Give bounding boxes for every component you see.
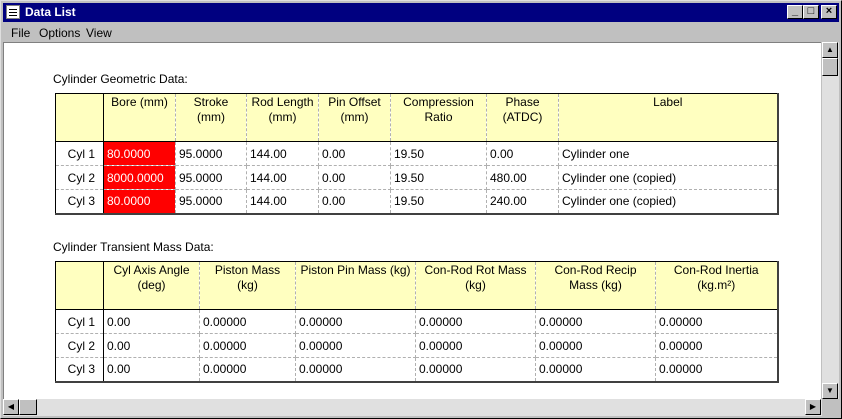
table-cell[interactable]: 95.0000: [175, 189, 247, 214]
vertical-scroll-thumb[interactable]: [822, 58, 838, 76]
column-header[interactable]: Label: [558, 93, 778, 142]
mass-data-title: Cylinder Transient Mass Data:: [53, 240, 214, 254]
table-cell[interactable]: 0.00: [318, 165, 391, 190]
table-cell[interactable]: 0.00000: [655, 333, 778, 358]
table-cell[interactable]: 144.00: [246, 141, 319, 166]
vertical-scrollbar[interactable]: ▲ ▼: [822, 42, 839, 399]
table-cell[interactable]: 0.00: [318, 141, 391, 166]
table-cell[interactable]: 95.0000: [175, 165, 247, 190]
table-row: Cyl 1 0.00 0.00000 0.00000 0.00000 0.000…: [55, 309, 778, 334]
column-header[interactable]: Pin Offset (mm): [318, 93, 391, 142]
table-cell[interactable]: 0.00000: [535, 333, 656, 358]
horizontal-scroll-thumb[interactable]: [19, 399, 37, 415]
bore-cell-invalid[interactable]: 8000.0000: [103, 165, 176, 190]
table-cell[interactable]: 0.00000: [415, 333, 536, 358]
table-corner: [55, 261, 104, 310]
window-icon[interactable]: [6, 5, 20, 19]
menu-options[interactable]: Options: [39, 26, 80, 40]
geometric-data-title: Cylinder Geometric Data:: [53, 72, 188, 86]
bore-cell-invalid[interactable]: 80.0000: [103, 189, 176, 214]
column-header[interactable]: Stroke (mm): [175, 93, 247, 142]
table-cell[interactable]: 95.0000: [175, 141, 247, 166]
table-cell[interactable]: 0.00000: [199, 357, 296, 382]
column-header[interactable]: Rod Length (mm): [246, 93, 319, 142]
row-header[interactable]: Cyl 3: [55, 189, 104, 214]
scroll-down-arrow-icon[interactable]: ▼: [822, 383, 838, 399]
scroll-up-arrow-icon[interactable]: ▲: [822, 42, 838, 58]
horizontal-scrollbar[interactable]: ◀ ▶: [3, 399, 822, 416]
column-header[interactable]: Phase (ATDC): [486, 93, 559, 142]
menu-bar: File Options View: [3, 23, 839, 42]
table-cell[interactable]: 0.00000: [199, 309, 296, 334]
table-cell[interactable]: 0.00: [103, 309, 200, 334]
window-title: Data List: [25, 5, 76, 19]
table-cell[interactable]: 0.00: [318, 189, 391, 214]
table-cell[interactable]: 480.00: [486, 165, 559, 190]
table-cell[interactable]: 144.00: [246, 165, 319, 190]
data-list-content: Cylinder Geometric Data: Bore (mm) Strok…: [3, 42, 821, 399]
menu-file[interactable]: File: [11, 26, 30, 40]
column-header[interactable]: Con-Rod Recip Mass (kg): [535, 261, 656, 310]
row-header[interactable]: Cyl 1: [55, 309, 104, 334]
row-header[interactable]: Cyl 1: [55, 141, 104, 166]
table-cell[interactable]: Cylinder one (copied): [558, 165, 778, 190]
table-row: Cyl 3 0.00 0.00000 0.00000 0.00000 0.000…: [55, 357, 778, 382]
table-cell[interactable]: 0.00: [103, 357, 200, 382]
column-header[interactable]: Compression Ratio: [390, 93, 487, 142]
table-cell[interactable]: 144.00: [246, 189, 319, 214]
table-cell[interactable]: 0.00000: [535, 309, 656, 334]
row-header[interactable]: Cyl 2: [55, 165, 104, 190]
table-cell[interactable]: 0.00000: [295, 333, 416, 358]
close-button[interactable]: ×: [821, 5, 837, 19]
column-header[interactable]: Piston Pin Mass (kg): [295, 261, 416, 310]
scroll-left-arrow-icon[interactable]: ◀: [3, 399, 19, 415]
table-cell[interactable]: 240.00: [486, 189, 559, 214]
table-cell[interactable]: 0.00000: [655, 357, 778, 382]
table-cell[interactable]: 0.00: [486, 141, 559, 166]
column-header[interactable]: Bore (mm): [103, 93, 176, 142]
table-cell[interactable]: Cylinder one: [558, 141, 778, 166]
table-cell[interactable]: 19.50: [390, 165, 487, 190]
table-cell[interactable]: 0.00000: [295, 357, 416, 382]
bore-cell-invalid[interactable]: 80.0000: [103, 141, 176, 166]
table-cell[interactable]: 19.50: [390, 141, 487, 166]
table-cell[interactable]: 19.50: [390, 189, 487, 214]
column-header[interactable]: Con-Rod Inertia (kg.m²): [655, 261, 778, 310]
column-header[interactable]: Con-Rod Rot Mass (kg): [415, 261, 536, 310]
table-corner: [55, 93, 104, 142]
title-bar[interactable]: Data List _ □ ×: [3, 3, 839, 22]
geometric-data-table: Bore (mm) Stroke (mm) Rod Length (mm) Pi…: [55, 93, 779, 215]
table-row: Cyl 2 0.00 0.00000 0.00000 0.00000 0.000…: [55, 333, 778, 358]
table-cell[interactable]: 0.00000: [415, 309, 536, 334]
table-cell[interactable]: 0.00000: [295, 309, 416, 334]
table-cell[interactable]: 0.00000: [655, 309, 778, 334]
mass-data-table: Cyl Axis Angle (deg) Piston Mass (kg) Pi…: [55, 261, 779, 383]
table-row: Cyl 1 80.0000 95.0000 144.00 0.00 19.50 …: [55, 141, 778, 166]
resize-grip-icon[interactable]: [822, 399, 839, 416]
column-header[interactable]: Piston Mass (kg): [199, 261, 296, 310]
table-cell[interactable]: Cylinder one (copied): [558, 189, 778, 214]
table-row: Cyl 2 8000.0000 95.0000 144.00 0.00 19.5…: [55, 165, 778, 190]
maximize-button[interactable]: □: [803, 5, 819, 19]
minimize-button[interactable]: _: [787, 5, 803, 19]
row-header[interactable]: Cyl 3: [55, 357, 104, 382]
table-cell[interactable]: 0.00000: [535, 357, 656, 382]
menu-view[interactable]: View: [86, 26, 112, 40]
data-list-window: Data List _ □ × File Options View Cylind…: [0, 0, 842, 419]
row-header[interactable]: Cyl 2: [55, 333, 104, 358]
table-cell[interactable]: 0.00000: [415, 357, 536, 382]
scroll-right-arrow-icon[interactable]: ▶: [805, 399, 821, 415]
table-cell[interactable]: 0.00000: [199, 333, 296, 358]
table-row: Cyl 3 80.0000 95.0000 144.00 0.00 19.50 …: [55, 189, 778, 214]
table-cell[interactable]: 0.00: [103, 333, 200, 358]
column-header[interactable]: Cyl Axis Angle (deg): [103, 261, 200, 310]
